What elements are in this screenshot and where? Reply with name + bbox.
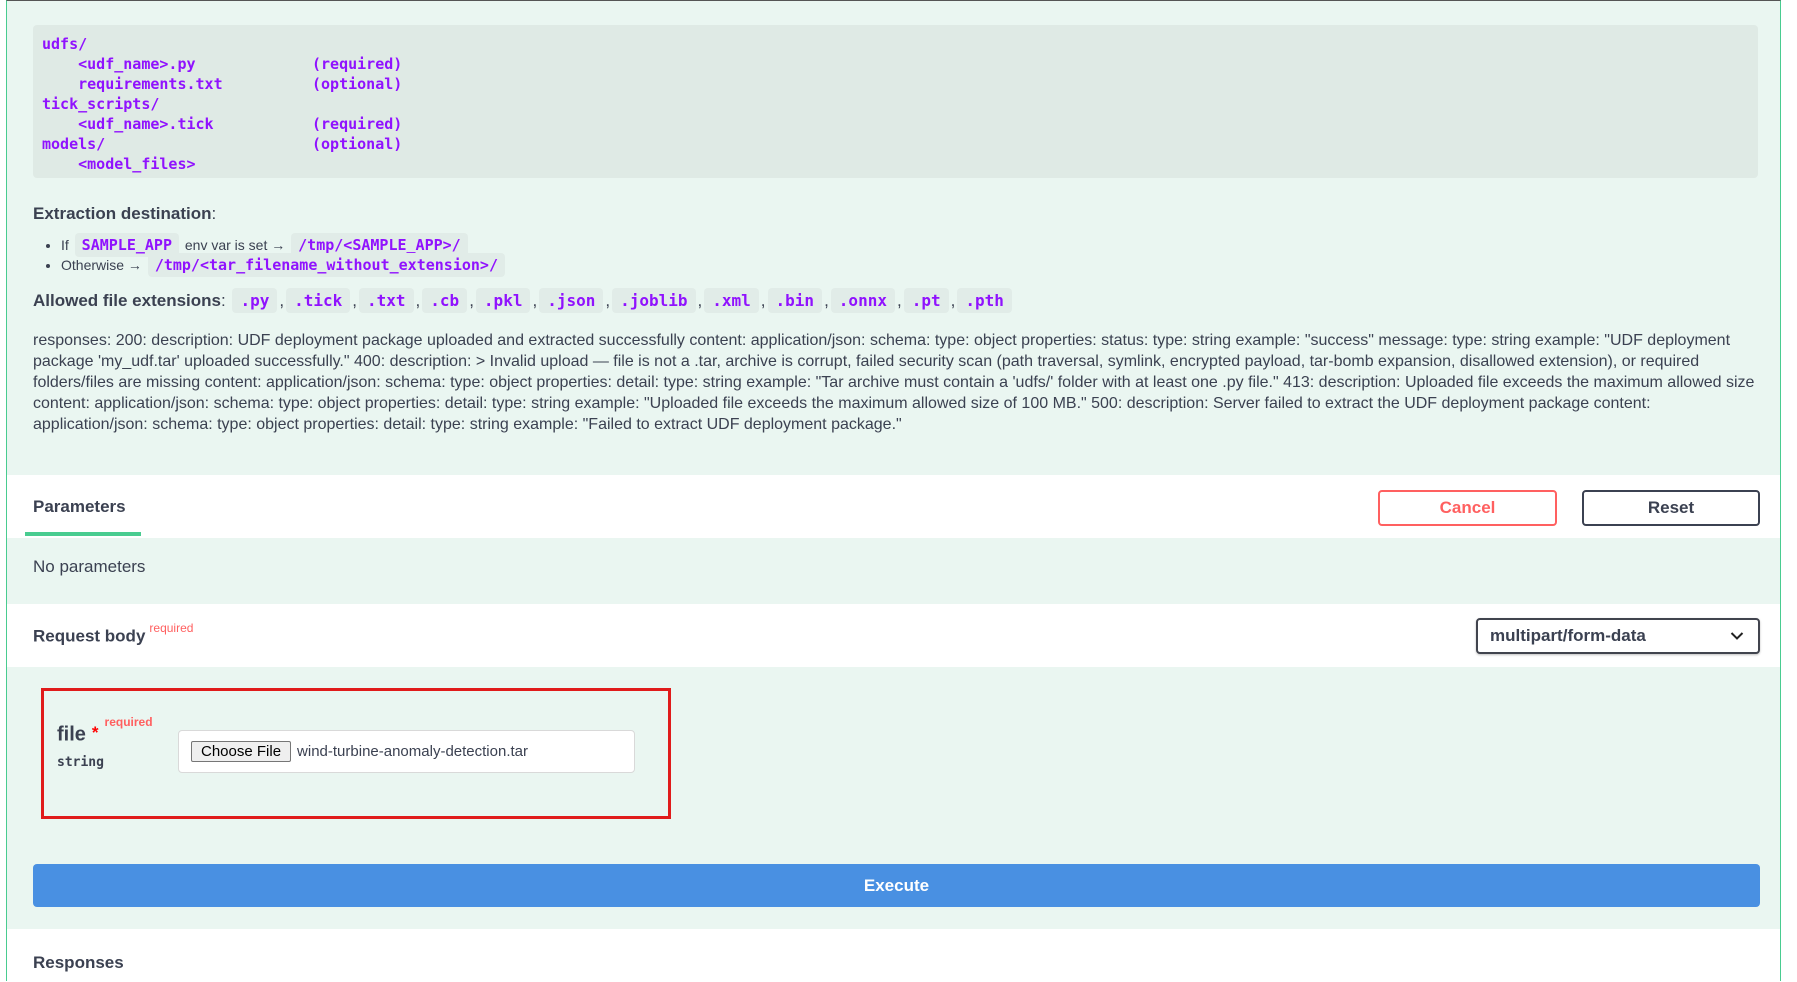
choose-file-button[interactable]: Choose File [191, 741, 292, 762]
extension-separator: , [605, 291, 611, 310]
code-path: udfs/ [42, 35, 88, 53]
extension-chip: .cb [422, 288, 468, 313]
file-parameter-type: string [57, 755, 104, 770]
file-parameter-name: file * required [57, 715, 153, 747]
extension-chip: .py [232, 288, 278, 313]
request-body-title: Request body [33, 626, 146, 646]
code-line: <udf_name>.tick (required) [42, 114, 1748, 134]
extension-chip: .bin [767, 288, 823, 313]
code-line: udfs/ [42, 34, 1748, 54]
code-note: (optional) [312, 135, 403, 153]
extraction-label-text: Extraction destination [33, 204, 212, 223]
code-line: requirements.txt (optional) [42, 74, 1748, 94]
extraction-destination-list: If SAMPLE_APP env var is set → /tmp/<SAM… [61, 233, 507, 277]
selected-filename: wind-turbine-anomaly-detection.tar [297, 743, 528, 760]
code-line: <model_files> [42, 154, 1748, 174]
operation-panel: udfs/ <udf_name>.py (required) requiremen… [6, 0, 1781, 982]
code-line: tick_scripts/ [42, 94, 1748, 114]
code-path: tick_scripts/ [42, 95, 160, 113]
extension-chip: .txt [359, 288, 414, 313]
extension-separator: , [896, 291, 902, 310]
extensions-label: Allowed file extensions [33, 291, 221, 310]
code-path: models/ [42, 135, 106, 153]
content-type-value: multipart/form-data [1490, 626, 1646, 645]
chevron-down-icon [1730, 632, 1744, 640]
folder-structure-code-block: udfs/ <udf_name>.py (required) requiremen… [33, 25, 1758, 178]
extension-separator: , [697, 291, 703, 310]
extension-chip: .pkl [475, 288, 531, 313]
extraction-destination-label: Extraction destination: [33, 204, 216, 224]
code-note: (required) [312, 55, 403, 73]
dest-env-text: env var is set → [184, 237, 286, 253]
extension-chip: .tick [286, 288, 351, 313]
execute-button[interactable]: Execute [33, 864, 1760, 907]
destination-item-env: If SAMPLE_APP env var is set → /tmp/<SAM… [61, 233, 507, 257]
code-note: (required) [312, 115, 403, 133]
extension-chips: .py, .tick, .txt, .cb, .pkl, .json, .joblib, .x… [230, 288, 1013, 313]
dest-otherwise-text: Otherwise → [61, 257, 142, 273]
extension-separator: , [415, 291, 421, 310]
extensions-colon: : [221, 291, 226, 310]
code-path: <model_files> [42, 155, 196, 173]
extension-chip: .xml [704, 288, 759, 313]
tar-filename-path-chip: /tmp/<tar_filename_without_extension>/ [147, 253, 505, 277]
code-lines: udfs/ <udf_name>.py (required) requiremen… [42, 34, 1748, 174]
extension-chip: .pth [957, 288, 1012, 313]
extension-separator: , [352, 291, 358, 310]
file-param-label: file [57, 723, 86, 746]
allowed-extensions-row: Allowed file extensions: .py, .tick, .txt,… [33, 288, 1014, 313]
extraction-label-colon: : [211, 204, 217, 223]
file-input[interactable]: Choose File wind-turbine-anomaly-detecti… [178, 730, 635, 773]
reset-button[interactable]: Reset [1582, 490, 1760, 526]
extension-chip: .json [539, 288, 604, 313]
extension-separator: , [950, 291, 956, 310]
required-star: * [91, 722, 99, 742]
tab-active-underline [25, 532, 141, 536]
cancel-button[interactable]: Cancel [1378, 490, 1557, 526]
extension-separator: , [469, 291, 474, 310]
extension-chip: .onnx [830, 288, 895, 313]
destination-item-otherwise: Otherwise → /tmp/<tar_filename_without_e… [61, 253, 507, 277]
dest-if-text: If [61, 237, 69, 253]
extension-separator: , [279, 291, 285, 310]
request-body-required-badge: required [149, 621, 194, 635]
code-note: (optional) [312, 75, 403, 93]
extension-chip: .pt [903, 288, 949, 313]
extension-separator: , [824, 291, 829, 310]
responses-header-bar [7, 929, 1780, 982]
extension-separator: , [532, 291, 538, 310]
tab-parameters[interactable]: Parameters [33, 497, 126, 517]
code-line: <udf_name>.py (required) [42, 54, 1748, 74]
content-type-select[interactable]: multipart/form-data [1476, 618, 1760, 654]
extension-chip: .joblib [612, 288, 696, 313]
no-parameters-text: No parameters [33, 557, 146, 576]
responses-heading: Responses [33, 953, 124, 972]
file-required-badge: required [104, 715, 153, 729]
code-line: models/ (optional) [42, 134, 1748, 154]
request-body-label: Request body required [33, 621, 194, 647]
responses-description: responses: 200: description: UDF deploym… [33, 332, 1755, 433]
code-path: <udf_name>.tick [42, 115, 214, 133]
extension-separator: , [760, 291, 766, 310]
code-path: requirements.txt [42, 75, 223, 93]
code-path: <udf_name>.py [42, 55, 196, 73]
